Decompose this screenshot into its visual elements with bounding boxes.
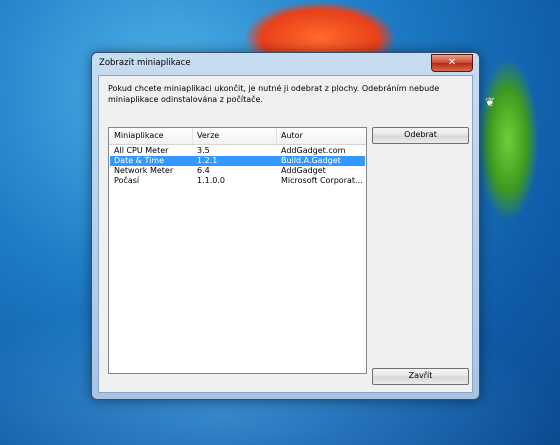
window-title: Zobrazit miniaplikace [99, 58, 191, 68]
gadget-author: AddGadget.com [281, 146, 346, 155]
desktop-wallpaper-leaf [478, 60, 538, 220]
gadget-name: Date & Time [114, 156, 165, 165]
dialog-description: Pokud chcete miniaplikaci ukončit, je nu… [108, 84, 440, 104]
list-item[interactable]: Počasí 1.1.0.0 Microsoft Corporat... [110, 176, 365, 186]
gadget-version: 3.5 [197, 146, 210, 155]
gadgets-dialog: Zobrazit miniaplikace ✕ Pokud chcete min… [91, 52, 480, 400]
list-item[interactable]: Network Meter 6.4 AddGadget [110, 166, 365, 176]
close-button[interactable]: Zavřít [372, 368, 469, 385]
gadget-author: Microsoft Corporat... [281, 176, 363, 185]
list-item[interactable]: All CPU Meter 3.5 AddGadget.com [110, 146, 365, 156]
gadget-version: 6.4 [197, 166, 210, 175]
gadgets-list[interactable]: Miniaplikace Verze Autor All CPU Meter 3… [108, 127, 367, 374]
window-close-button[interactable]: ✕ [431, 54, 473, 72]
remove-button[interactable]: Odebrat [372, 127, 469, 144]
column-header-version[interactable]: Verze [197, 131, 219, 140]
column-header-name[interactable]: Miniaplikace [114, 131, 164, 140]
close-icon: ✕ [447, 57, 457, 68]
gadget-name: Počasí [114, 176, 140, 185]
list-header: Miniaplikace Verze Autor [109, 128, 366, 145]
list-item-selected[interactable]: Date & Time 1.2.1 Build.A.Gadget [110, 156, 365, 166]
dialog-client-area: Pokud chcete miniaplikaci ukončit, je nu… [98, 75, 473, 393]
gadget-author: AddGadget [281, 166, 326, 175]
column-divider[interactable] [192, 128, 193, 144]
gadget-name: Network Meter [114, 166, 174, 175]
butterfly-icon: ❦ [485, 95, 496, 109]
gadget-author: Build.A.Gadget [281, 156, 341, 165]
gadget-version: 1.1.0.0 [197, 176, 225, 185]
gadget-name: All CPU Meter [114, 146, 169, 155]
column-divider[interactable] [276, 128, 277, 144]
column-header-author[interactable]: Autor [281, 131, 303, 140]
gadget-version: 1.2.1 [197, 156, 218, 165]
